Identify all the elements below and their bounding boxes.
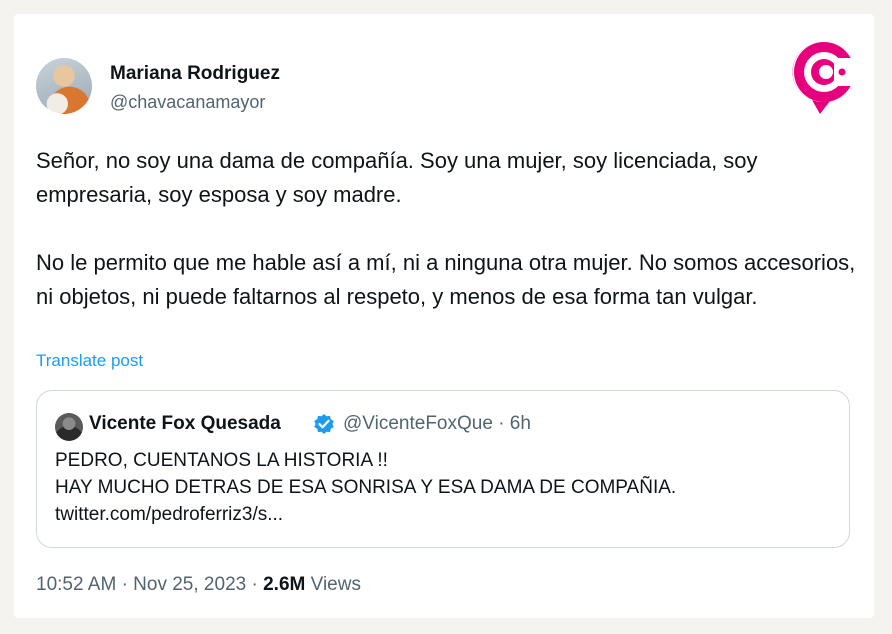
post-time[interactable]: 10:52 AM bbox=[36, 574, 116, 595]
tweet-timestamp: 10:52 AM · Nov 25, 2023 · 2.6M Views bbox=[36, 574, 361, 596]
author-handle[interactable]: @chavacanamayor bbox=[110, 92, 265, 113]
views-count[interactable]: 2.6M bbox=[263, 574, 305, 595]
brand-logo-icon bbox=[792, 41, 858, 115]
quoted-post-age[interactable]: 6h bbox=[510, 413, 531, 434]
tweet-paragraph-2: No le permito que me hable así a mí, ni … bbox=[36, 250, 856, 309]
views-label: Views bbox=[310, 574, 361, 595]
tweet-text: Señor, no soy una dama de compañía. Soy … bbox=[36, 144, 856, 314]
meta-separator: · bbox=[121, 574, 134, 595]
tweet-card: Mariana Rodriguez @chavacanamayor Señor,… bbox=[14, 14, 874, 618]
translate-post-link[interactable]: Translate post bbox=[36, 351, 143, 371]
author-name[interactable]: Mariana Rodriguez bbox=[110, 63, 280, 85]
meta-separator: · bbox=[251, 574, 264, 595]
author-avatar[interactable] bbox=[36, 58, 92, 114]
quoted-tweet[interactable]: Vicente Fox Quesada @VicenteFoxQue · 6h … bbox=[36, 390, 850, 548]
tweet-paragraph-1: Señor, no soy una dama de compañía. Soy … bbox=[36, 148, 758, 207]
quoted-author-handle[interactable]: @VicenteFoxQue bbox=[343, 413, 493, 434]
verified-badge-icon bbox=[314, 414, 334, 434]
quoted-link[interactable]: twitter.com/pedroferriz3/s... bbox=[55, 501, 835, 528]
quoted-line-2: HAY MUCHO DETRAS DE ESA SONRISA Y ESA DA… bbox=[55, 477, 677, 498]
quoted-meta: @VicenteFoxQue · 6h bbox=[343, 413, 531, 435]
meta-separator: · bbox=[498, 413, 510, 434]
quoted-line-1: PEDRO, CUENTANOS LA HISTORIA !! bbox=[55, 450, 388, 471]
quoted-author-name[interactable]: Vicente Fox Quesada bbox=[89, 413, 281, 435]
quoted-author-avatar[interactable] bbox=[55, 413, 83, 441]
quoted-text: PEDRO, CUENTANOS LA HISTORIA !! HAY MUCH… bbox=[55, 447, 835, 528]
post-date[interactable]: Nov 25, 2023 bbox=[133, 574, 246, 595]
